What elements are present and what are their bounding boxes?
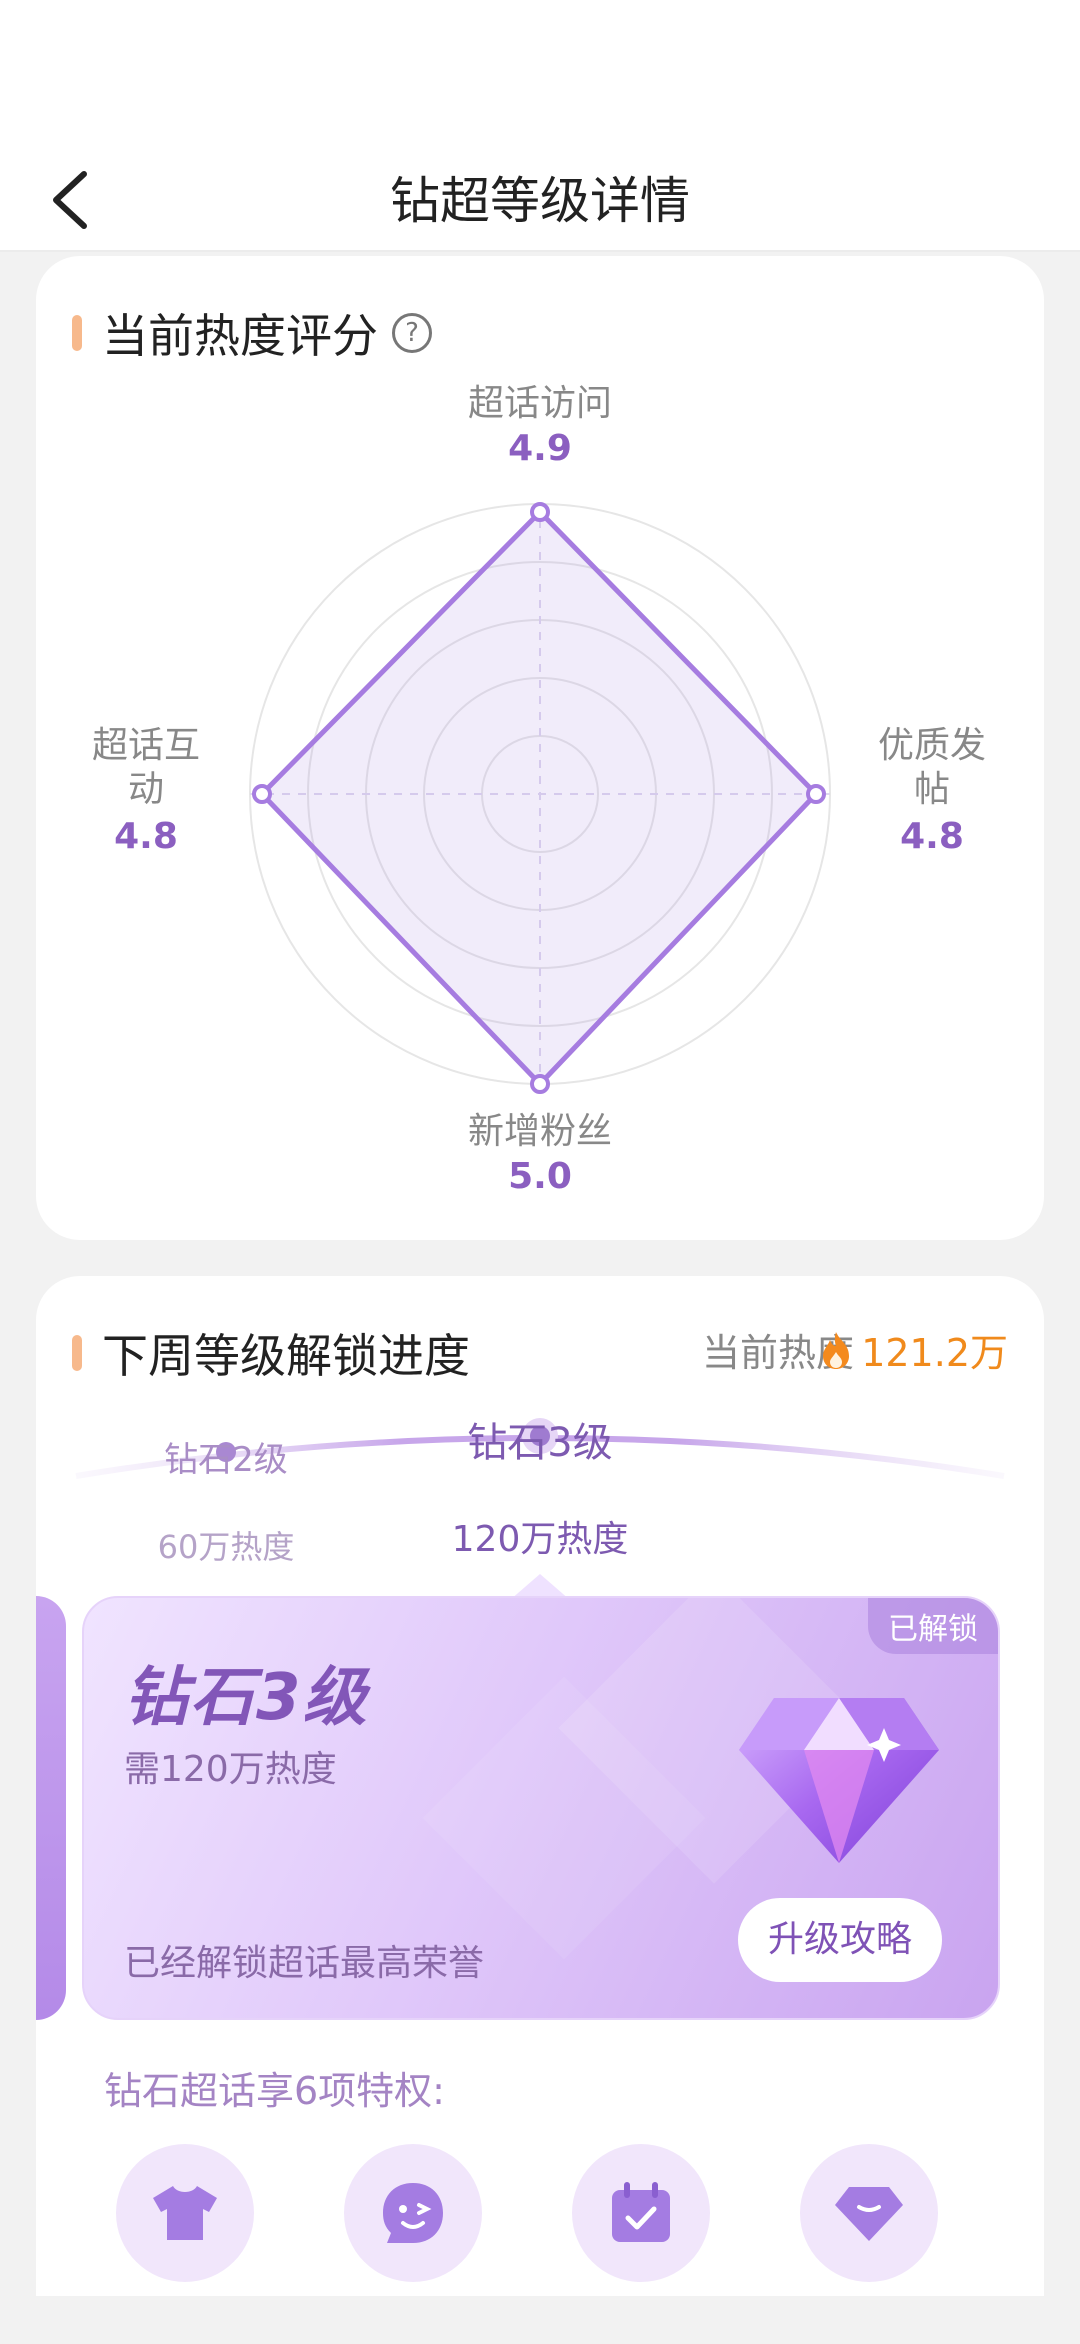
axis-value-interaction: 4.8 [114, 816, 178, 857]
diamond-icon [739, 1698, 939, 1863]
level-card-description: 已经解锁超话最高荣誉 [124, 1943, 485, 1984]
heat-score-card: 当前热度评分 ? 超话访问 4.9 优质发帖 4.8 新增粉丝 5.0 超话互动… [36, 256, 1044, 1240]
level-3-heat: 120万热度 [451, 1519, 629, 1560]
radar-point-interaction [252, 784, 272, 804]
axis-value-visits: 4.9 [508, 428, 572, 469]
nav-bar: 钻超等级详情 [0, 150, 1080, 252]
level-2-heat: 60万热度 [157, 1528, 295, 1566]
axis-label-posts: 优质发帖 [877, 725, 986, 810]
privileges-title: 钻石超话享6项特权: [104, 2069, 445, 2113]
level-3-name: 钻石3级 [467, 1420, 613, 1466]
calendar-check-icon [612, 2182, 670, 2242]
page-title: 钻超等级详情 [390, 172, 690, 230]
unlocked-badge: 已解锁 [868, 1598, 998, 1654]
radar-polygon [259, 509, 819, 1087]
axis-label-visits: 超话访问 [467, 383, 612, 424]
level-card-diamond-3[interactable]: 已解锁 钻石3级 需120万热度 已经解锁超话最高荣誉 升级攻略 [82, 1596, 1000, 2020]
axis-label-fans: 新增粉丝 [467, 1111, 612, 1152]
radar-point-posts [806, 784, 826, 804]
radar-point-visits [530, 502, 550, 522]
upgrade-guide-button[interactable]: 升级攻略 [738, 1898, 942, 1982]
emoji-icon [383, 2183, 443, 2243]
privilege-item-1[interactable] [116, 2144, 254, 2282]
level-2-name: 钻石2级 [164, 1440, 288, 1480]
axis-value-fans: 5.0 [508, 1156, 572, 1197]
privilege-item-4[interactable] [800, 2144, 938, 2282]
shirt-icon [153, 2186, 217, 2240]
radar-point-fans [530, 1074, 550, 1094]
level-card-title: 钻石3级 [124, 1661, 369, 1735]
level-card-requirement: 需120万热度 [124, 1749, 337, 1790]
diamond-icon [835, 2187, 903, 2241]
status-bar [0, 0, 1080, 150]
axis-value-posts: 4.8 [900, 816, 964, 857]
previous-level-card[interactable] [36, 1596, 66, 2020]
privilege-item-2[interactable] [344, 2144, 482, 2282]
axis-label-interaction: 超话互动 [91, 725, 200, 810]
level-progress-card: 下周等级解锁进度 当前热度 121.2万 钻石2级 60万热度 钻石3级 120… [36, 1276, 1044, 2296]
privilege-item-3[interactable] [572, 2144, 710, 2282]
